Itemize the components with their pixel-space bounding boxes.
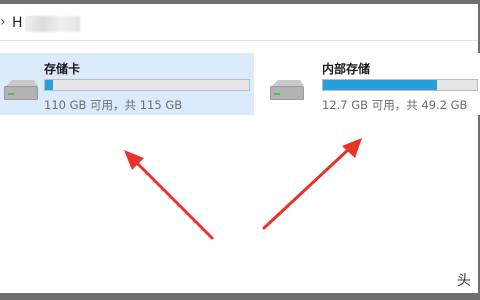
annotation-arrows [124, 138, 362, 240]
annotation-arrow-right [262, 138, 362, 230]
annotation-arrow-left [124, 150, 214, 240]
bottom-frame-border [0, 293, 480, 300]
watermark-text: 头 [457, 273, 471, 289]
